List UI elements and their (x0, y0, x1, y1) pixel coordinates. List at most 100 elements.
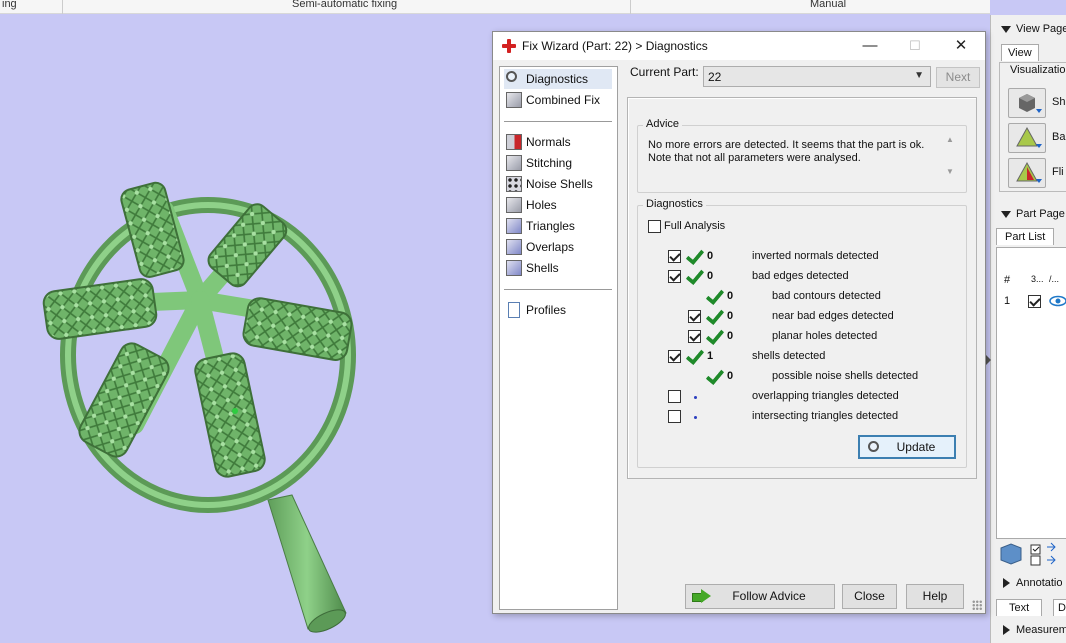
near-bad-edges-checkbox[interactable] (688, 310, 701, 323)
part-tools-icons[interactable] (997, 542, 1066, 568)
tab-manual[interactable]: Manual (810, 0, 846, 12)
part-list-table: # 3... /... 1 (996, 247, 1066, 539)
nav-item-combined-fix[interactable]: Combined Fix (504, 90, 612, 110)
dialog-title: Fix Wizard (Part: 22) > Diagnostics (522, 39, 708, 53)
collapse-icon (1001, 210, 1011, 218)
advice-scrollbar[interactable]: ▲ ▼ (943, 135, 957, 182)
nav-item-shells[interactable]: Shells (504, 258, 612, 278)
overlapping-triangles-label: overlapping triangles detected (752, 390, 899, 402)
magnifier-icon (506, 71, 517, 82)
arrow-right-icon (692, 589, 712, 604)
nav-item-holes[interactable]: Holes (504, 195, 612, 215)
shells-checkbox[interactable] (668, 350, 681, 363)
not-analysed-dot-icon (694, 396, 697, 399)
fix-wizard-dialog: Fix Wizard (Part: 22) > Diagnostics — ☐ … (492, 31, 986, 614)
cube-icon (506, 92, 522, 108)
current-part-select[interactable]: 22 ▼ (703, 66, 931, 87)
diagnostics-panel: Advice No more errors are detected. It s… (627, 97, 977, 479)
shells-label: shells detected (752, 350, 826, 362)
inverted-normals-checkbox[interactable] (668, 250, 681, 263)
tab-text[interactable]: Text (996, 599, 1043, 616)
nav-item-noise-shells[interactable]: Noise Shells (504, 174, 612, 194)
tab-d[interactable]: D (1053, 599, 1066, 616)
splitter-handle[interactable] (986, 355, 991, 365)
view-pages-header[interactable]: View Page (991, 23, 1066, 35)
chevron-down-icon: ▼ (914, 70, 924, 81)
full-analysis-checkbox[interactable] (648, 220, 661, 233)
help-button[interactable]: Help (906, 584, 964, 609)
nav-item-normals[interactable]: Normals (504, 132, 612, 152)
advice-group: Advice No more errors are detected. It s… (637, 118, 967, 193)
annotations-header[interactable]: Annotatio (991, 577, 1066, 589)
follow-advice-button[interactable]: Follow Advice (685, 584, 835, 609)
expand-icon (1003, 625, 1010, 636)
update-button[interactable]: Update (858, 435, 956, 459)
maximize-button[interactable]: ☐ (892, 32, 938, 60)
toolbar-separator (62, 0, 63, 14)
check-ok-icon (704, 368, 722, 384)
measurements-header[interactable]: Measurem (991, 624, 1066, 636)
dialog-title-bar[interactable]: Fix Wizard (Part: 22) > Diagnostics — ☐ … (493, 32, 985, 60)
check-ok-icon (704, 308, 722, 324)
nav-item-diagnostics[interactable]: Diagnostics (504, 69, 612, 89)
tab-view[interactable]: View (1001, 44, 1039, 61)
visualization-label: Visualization (1010, 64, 1066, 76)
document-icon (508, 302, 520, 318)
visualization-group: Visualization Sh Ba Fli (999, 62, 1066, 192)
tab-semi-automatic-fixing[interactable]: Semi-automatic fixing (292, 0, 397, 12)
full-analysis-label: Full Analysis (664, 220, 726, 232)
bad-edges-checkbox[interactable] (668, 270, 681, 283)
shells-cube-icon (506, 260, 522, 276)
scroll-up-icon[interactable]: ▲ (946, 135, 954, 144)
expand-icon (1003, 578, 1010, 589)
nav-item-overlaps[interactable]: Overlaps (504, 237, 612, 257)
not-analysed-dot-icon (694, 416, 697, 419)
check-ok-icon (704, 328, 722, 344)
tab-auto-fixing[interactable]: ing (2, 0, 17, 12)
part-visible-checkbox[interactable] (1028, 295, 1041, 308)
shaded-button[interactable] (1008, 88, 1046, 118)
next-button[interactable]: Next (936, 67, 980, 88)
inverted-normals-label: inverted normals detected (752, 250, 879, 262)
overlapping-triangles-checkbox[interactable] (668, 390, 681, 403)
eye-icon[interactable] (1049, 295, 1066, 307)
tab-part-list[interactable]: Part List (996, 228, 1055, 245)
noise-shells-icon (506, 176, 522, 192)
bad-edges-label: bad edges detected (752, 270, 849, 282)
near-bad-edges-label: near bad edges detected (772, 310, 894, 322)
wizard-navigation: Diagnostics Combined Fix Normals Stitchi… (499, 66, 618, 610)
holes-cube-icon (506, 197, 522, 213)
check-ok-icon (704, 288, 722, 304)
check-ok-icon (684, 248, 702, 264)
backfaces-button[interactable] (1008, 123, 1046, 153)
stitching-cube-icon (506, 155, 522, 171)
collapse-icon (1001, 25, 1011, 33)
close-window-button[interactable]: ✕ (938, 32, 984, 60)
cube-icon (1019, 94, 1042, 113)
nav-item-stitching[interactable]: Stitching (504, 153, 612, 173)
intersecting-triangles-checkbox[interactable] (668, 410, 681, 423)
toolbar-separator (630, 0, 631, 14)
nav-item-profiles[interactable]: Profiles (504, 300, 612, 320)
triangle-red-icon (1016, 161, 1042, 183)
check-ok-icon (684, 348, 702, 364)
close-button[interactable]: Close (842, 584, 897, 609)
planar-holes-checkbox[interactable] (688, 330, 701, 343)
nav-item-triangles[interactable]: Triangles (504, 216, 612, 236)
nav-divider (504, 121, 612, 122)
bad-contours-label: bad contours detected (772, 290, 881, 302)
minimize-button[interactable]: — (847, 32, 893, 60)
resize-grip[interactable] (972, 600, 982, 610)
diagnostics-group: Diagnostics Full Analysis 0 inverted nor… (637, 198, 967, 468)
part-pages-header[interactable]: Part Page (991, 208, 1066, 220)
check-ok-icon (684, 268, 702, 284)
flip-button[interactable] (1008, 158, 1046, 188)
noise-shells-label: possible noise shells detected (772, 370, 919, 382)
triangle-icon (1016, 126, 1042, 148)
planar-holes-label: planar holes detected (772, 330, 878, 342)
scroll-down-icon[interactable]: ▼ (946, 167, 954, 176)
right-side-panel: View Page View Visualization Sh Ba Fli P… (990, 15, 1066, 643)
part-row-number: 1 (1004, 295, 1011, 307)
overlaps-cube-icon (506, 239, 522, 255)
diagnostics-title: Diagnostics (643, 198, 706, 210)
